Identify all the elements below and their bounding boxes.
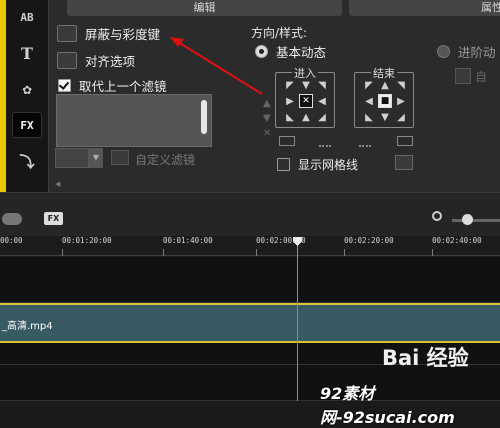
- enter-none-icon[interactable]: ✕: [299, 94, 313, 108]
- baidu-jingyan-watermark: Bai 经验: [382, 346, 469, 370]
- enter-arrow-nw-icon[interactable]: ◤: [283, 78, 297, 92]
- exit-direction-box: 结束 ◤ ▲ ◥ ◀ ■ ▶ ◣ ▼ ◢: [354, 65, 414, 128]
- chevron-down-icon[interactable]: ▼: [89, 148, 103, 168]
- custom-filter-button[interactable]: 自定义滤镜: [135, 151, 195, 168]
- strip-accent: [0, 0, 6, 192]
- playhead-line[interactable]: [297, 238, 298, 401]
- exit-arrow-se-icon[interactable]: ◢: [394, 110, 408, 124]
- direction-style-heading: 方向/样式:: [251, 26, 308, 40]
- filter-list-controls: ▲ ▼ ✕: [263, 96, 271, 141]
- timeline-toolbar: FX: [0, 192, 500, 236]
- ruler-tick-label: 00:00: [0, 236, 23, 245]
- show-grid-label: 显示网格线: [298, 157, 359, 172]
- align-options-option[interactable]: 对齐选项: [57, 51, 135, 69]
- align-options-label: 对齐选项: [85, 53, 136, 69]
- exit-arrow-ne-icon[interactable]: ◥: [394, 78, 408, 92]
- exit-arrow-nw-icon[interactable]: ◤: [362, 78, 376, 92]
- replace-last-filter-option[interactable]: 取代上一个滤镜: [58, 76, 167, 94]
- enter-arrow-e-icon[interactable]: ◀: [315, 94, 329, 108]
- speed-out-icon[interactable]: [359, 139, 371, 147]
- clip-filename: _高清.mp4: [2, 321, 53, 332]
- move-up-icon[interactable]: ▲: [263, 96, 271, 111]
- ruler-tick: [256, 249, 257, 256]
- ruler-tick-label: 00:01:40:00: [163, 236, 213, 245]
- exit-arrow-sw-icon[interactable]: ◣: [362, 110, 376, 124]
- enter-arrow-s-icon[interactable]: ▲: [299, 110, 313, 124]
- grid-settings-icon[interactable]: [395, 155, 413, 170]
- track-manager-icon[interactable]: [2, 213, 22, 225]
- ruler-tick-label: 00:02:40:00: [432, 236, 482, 245]
- filter-tool-button[interactable]: FX: [12, 112, 42, 138]
- ruler-tick-label: 00:02:20:00: [344, 236, 394, 245]
- exit-arrow-s-icon[interactable]: ▼: [378, 110, 392, 124]
- fx-badge-icon[interactable]: FX: [44, 212, 63, 225]
- timeline-track[interactable]: [0, 257, 500, 303]
- replace-last-filter-label: 取代上一个滤镜: [79, 78, 167, 94]
- scroll-left-icon[interactable]: ◀: [55, 180, 60, 188]
- title-tool-button[interactable]: AB: [12, 4, 42, 30]
- remove-icon[interactable]: ✕: [263, 126, 271, 141]
- show-grid-option[interactable]: 显示网格线: [277, 155, 358, 173]
- speed-icon[interactable]: [319, 139, 331, 147]
- filter-list-scrollbar[interactable]: [201, 100, 207, 134]
- rotate-left-icon[interactable]: [279, 136, 295, 146]
- zoom-slider-handle[interactable]: [462, 214, 473, 225]
- video-clip[interactable]: _高清.mp4: [0, 303, 500, 343]
- sucai-watermark: 92素材网-92sucai.com: [320, 384, 455, 427]
- rotate-right-icon[interactable]: [397, 136, 413, 146]
- filter-list[interactable]: [56, 94, 212, 147]
- basic-motion-radio[interactable]: [255, 44, 268, 58]
- move-down-icon[interactable]: ▼: [263, 111, 271, 126]
- tab-edit[interactable]: 编辑: [67, 0, 342, 16]
- tab-attributes[interactable]: 属性: [349, 0, 500, 16]
- align-icon: [57, 51, 77, 69]
- advanced-motion-option[interactable]: 进阶动: [437, 42, 496, 60]
- mask-icon: [57, 24, 77, 42]
- advanced-motion-radio[interactable]: [437, 44, 450, 58]
- mask-chroma-key-label: 屏蔽与彩度键: [85, 26, 161, 42]
- zoom-slider-track[interactable]: [452, 219, 500, 222]
- auto-icon: [455, 68, 471, 84]
- enter-arrow-w-icon[interactable]: ▶: [283, 94, 297, 108]
- custom-filter-icon: [111, 150, 129, 165]
- exit-arrow-e-icon[interactable]: ▶: [394, 94, 408, 108]
- replace-last-filter-checkbox[interactable]: [58, 78, 71, 92]
- path-tool-button[interactable]: ⤵: [12, 148, 42, 174]
- text-tool-button[interactable]: T: [12, 40, 42, 66]
- ruler-tick: [163, 249, 164, 256]
- show-grid-checkbox[interactable]: [277, 157, 290, 171]
- enter-direction-box: 进入 ◤ ▼ ◥ ▶ ✕ ◀ ◣ ▲ ◢: [275, 65, 335, 128]
- auto-option[interactable]: 自: [455, 66, 499, 86]
- auto-label: 自: [475, 69, 488, 84]
- ruler-tick: [62, 249, 63, 256]
- basic-motion-label: 基本动态: [276, 44, 327, 60]
- exit-arrow-n-icon[interactable]: ▲: [378, 78, 392, 92]
- zoom-out-icon[interactable]: [432, 211, 442, 221]
- graphics-tool-button[interactable]: ✿: [12, 76, 42, 102]
- enter-arrow-ne-icon[interactable]: ◥: [315, 78, 329, 92]
- filter-preset-dropdown[interactable]: [55, 148, 89, 168]
- exit-none-icon[interactable]: ■: [378, 94, 392, 108]
- exit-arrow-w-icon[interactable]: ◀: [362, 94, 376, 108]
- mask-chroma-key-option[interactable]: 屏蔽与彩度键: [57, 24, 160, 42]
- tool-strip: AB T ✿ FX ⤵: [0, 0, 48, 192]
- ruler-tick: [344, 249, 345, 256]
- ruler-tick: [432, 249, 433, 256]
- enter-arrow-n-icon[interactable]: ▼: [299, 78, 313, 92]
- enter-arrow-sw-icon[interactable]: ◣: [283, 110, 297, 124]
- timeline-ruler[interactable]: 00:00 00:01:20:00 00:01:40:00 00:02:00:0…: [0, 236, 500, 256]
- ruler-tick-label: 00:01:20:00: [62, 236, 112, 245]
- advanced-motion-label: 进阶动: [458, 44, 496, 60]
- enter-arrow-se-icon[interactable]: ◢: [315, 110, 329, 124]
- basic-motion-option[interactable]: 基本动态: [255, 42, 326, 60]
